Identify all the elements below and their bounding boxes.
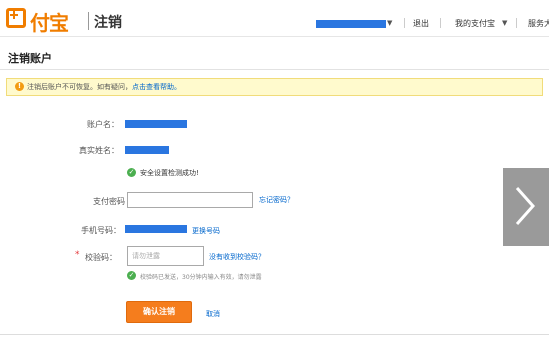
masked-username[interactable] <box>316 20 386 28</box>
no-code-link[interactable]: 没有收到校验码？ <box>209 252 265 262</box>
password-input[interactable] <box>127 192 253 208</box>
divider <box>0 334 549 335</box>
title-separator <box>88 12 89 30</box>
logout-link[interactable]: 退出 <box>413 18 429 29</box>
phone-value-masked <box>125 225 187 233</box>
check-icon: ✓ <box>127 168 136 177</box>
services-menu[interactable]: 服务大 <box>528 18 549 29</box>
alipay-logo[interactable]: 付宝 <box>6 6 84 35</box>
nav-divider <box>516 18 517 28</box>
realname-label: 真实姓名： <box>79 146 119 155</box>
password-label: 支付密码 <box>93 197 125 206</box>
logo-text: 付宝 <box>30 11 69 35</box>
account-label: 账户名： <box>87 120 119 129</box>
nav-divider <box>404 18 405 28</box>
page-title: 注销账户 <box>8 52 52 65</box>
next-slide-button[interactable] <box>503 168 549 246</box>
logo-mark <box>6 8 26 28</box>
top-bar: 付宝 注销 ▼ 退出 我的支付宝 ▼ 服务大 <box>0 0 549 37</box>
check-icon: ✓ <box>127 271 136 280</box>
help-link[interactable]: 点击查看帮助。 <box>132 83 181 91</box>
security-check-status: 安全设置检测成功! <box>140 169 199 177</box>
realname-value-masked <box>125 146 169 154</box>
logo-plus-v <box>13 11 15 19</box>
cancel-link[interactable]: 取消 <box>206 309 220 319</box>
notice-text: 注销后账户不可恢复。如有疑问， <box>27 83 132 91</box>
nav-divider <box>440 18 441 28</box>
chevron-down-icon[interactable]: ▼ <box>502 19 507 27</box>
page-section-title: 注销 <box>94 15 122 31</box>
change-phone-link[interactable]: 更换号码 <box>192 226 220 236</box>
chevron-down-icon[interactable]: ▼ <box>387 19 392 27</box>
my-alipay-menu[interactable]: 我的支付宝 <box>455 18 495 29</box>
verification-code-input[interactable]: 请勿泄露 <box>127 246 204 266</box>
forgot-password-link[interactable]: 忘记密码？ <box>259 195 294 205</box>
chevron-right-icon <box>515 187 536 225</box>
phone-label: 手机号码： <box>81 226 121 235</box>
account-value-masked <box>125 120 187 128</box>
warning-icon: ! <box>15 82 24 91</box>
confirm-cancel-account-button[interactable]: 确认注销 <box>126 301 192 323</box>
code-label: 校验码： <box>85 253 117 262</box>
code-sent-hint: 校验码已发送，30分钟内输入有效，请勿泄露 <box>140 274 262 281</box>
divider <box>0 69 549 70</box>
warning-notice: ! 注销后账户不可恢复。如有疑问，点击查看帮助。 <box>6 78 543 96</box>
